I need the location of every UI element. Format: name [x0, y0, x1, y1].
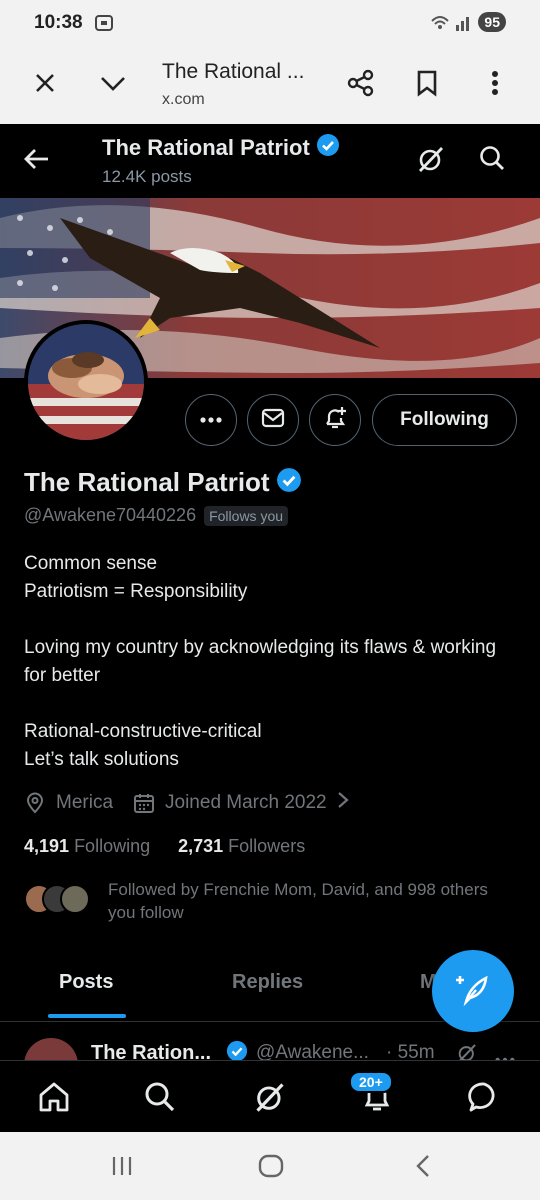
- recent-apps-icon[interactable]: [110, 1154, 134, 1183]
- status-bar: 10:38 95: [0, 0, 540, 46]
- header-name-row: The Rational Patriot: [102, 133, 340, 162]
- search-icon[interactable]: [478, 144, 506, 177]
- bio-line: Patriotism = Responsibility: [24, 581, 248, 602]
- status-time: 10:38: [34, 12, 83, 33]
- follow-stats: 4,191 Following 2,731 Followers: [24, 836, 305, 857]
- verified-badge-icon[interactable]: [276, 467, 302, 498]
- post-author-handle: @Awakene...: [256, 1042, 369, 1060]
- battery-indicator: 95: [478, 12, 506, 32]
- back-arrow-icon[interactable]: [22, 144, 52, 179]
- following-stat[interactable]: 4,191 Following: [24, 836, 150, 857]
- avatar: [60, 884, 90, 914]
- tab-replies[interactable]: Replies: [232, 971, 303, 994]
- notifications-subscribe-button[interactable]: [309, 394, 361, 446]
- more-options-button[interactable]: [185, 394, 237, 446]
- chat-icon[interactable]: [466, 1079, 502, 1115]
- home-icon[interactable]: [36, 1079, 72, 1115]
- profile-avatar[interactable]: [24, 320, 148, 444]
- active-tab-indicator: [48, 1014, 126, 1018]
- followers-stat[interactable]: 2,731 Followers: [178, 836, 305, 857]
- home-button-icon[interactable]: [258, 1154, 284, 1183]
- post-time: · 55m: [386, 1042, 435, 1060]
- header-posts-count: 12.4K posts: [102, 167, 192, 186]
- message-button[interactable]: [247, 394, 299, 446]
- notifications-badge: 20+: [349, 1071, 393, 1093]
- profile-bio: Common sense Patriotism = Responsibility…: [24, 550, 504, 774]
- following-count: 4,191: [24, 836, 70, 856]
- browser-toolbar: The Rational ... x.com: [0, 46, 540, 124]
- avatar: [24, 1038, 78, 1060]
- post-author-name: The Ration...: [91, 1042, 211, 1060]
- more-vert-icon[interactable]: [480, 68, 510, 98]
- notification-plus-icon: [322, 405, 348, 436]
- header-name: The Rational Patriot: [102, 134, 310, 160]
- search-icon[interactable]: [142, 1079, 178, 1115]
- signal-icon: [430, 13, 474, 38]
- following-label: Following: [74, 836, 151, 856]
- profile-header: The Rational Patriot 12.4K posts: [0, 124, 540, 198]
- post-preview[interactable]: The Ration... @Awakene... · 55m: [0, 1022, 540, 1060]
- following-button[interactable]: Following: [372, 394, 517, 446]
- joined-item[interactable]: Joined March 2022: [133, 791, 349, 815]
- bookmark-icon[interactable]: [412, 68, 442, 98]
- followers-label: Followers: [228, 836, 306, 856]
- system-navigation-bar: [0, 1132, 540, 1200]
- close-icon[interactable]: [30, 68, 60, 98]
- bottom-navigation: 20+: [0, 1060, 540, 1132]
- grok-icon[interactable]: [416, 144, 446, 179]
- followed-by-row[interactable]: Followed by Frenchie Mom, David, and 998…: [24, 878, 488, 924]
- back-button-icon[interactable]: [414, 1154, 432, 1183]
- followers-count: 2,731: [178, 836, 224, 856]
- profile-handle: @Awakene70440226: [24, 505, 197, 525]
- handle-row: @Awakene70440226 Follows you: [24, 505, 289, 526]
- profile-name-row: The Rational Patriot: [24, 467, 302, 498]
- mail-icon: [261, 407, 285, 434]
- grok-icon[interactable]: [456, 1042, 478, 1060]
- browser-url: x.com: [162, 91, 205, 108]
- compose-icon: [454, 970, 492, 1013]
- verified-badge-icon: [316, 133, 340, 162]
- followed-by-text: Followed by Frenchie Mom, David, and 998…: [108, 880, 488, 922]
- chevron-down-icon[interactable]: [98, 68, 128, 98]
- location-item: Merica: [24, 792, 113, 814]
- more-horiz-icon[interactable]: [494, 1050, 516, 1060]
- profile-meta: Merica Joined March 2022: [24, 791, 369, 815]
- share-icon[interactable]: [346, 68, 376, 98]
- more-horiz-icon: [199, 411, 223, 429]
- compose-button[interactable]: [432, 950, 514, 1032]
- calendar-icon: [133, 792, 155, 814]
- followed-by-avatars: [24, 884, 94, 920]
- location-text: Merica: [56, 792, 114, 813]
- tab-posts[interactable]: Posts: [59, 971, 113, 994]
- follows-you-badge: Follows you: [204, 505, 289, 526]
- bio-line: Common sense: [24, 553, 158, 574]
- chevron-right-icon: [337, 791, 349, 815]
- location-icon: [24, 792, 46, 814]
- bio-line: Loving my country by acknowledging its f…: [24, 637, 497, 686]
- browser-page-title: The Rational ...: [162, 60, 305, 83]
- bio-line: Let’s talk solutions: [24, 749, 179, 770]
- joined-text: Joined March 2022: [165, 792, 327, 813]
- bio-line: Rational-constructive-critical: [24, 721, 262, 742]
- grok-icon[interactable]: [252, 1079, 288, 1115]
- profile-display-name: The Rational Patriot: [24, 467, 270, 497]
- verified-badge-icon: [226, 1040, 248, 1060]
- screenshot-icon: [94, 13, 114, 38]
